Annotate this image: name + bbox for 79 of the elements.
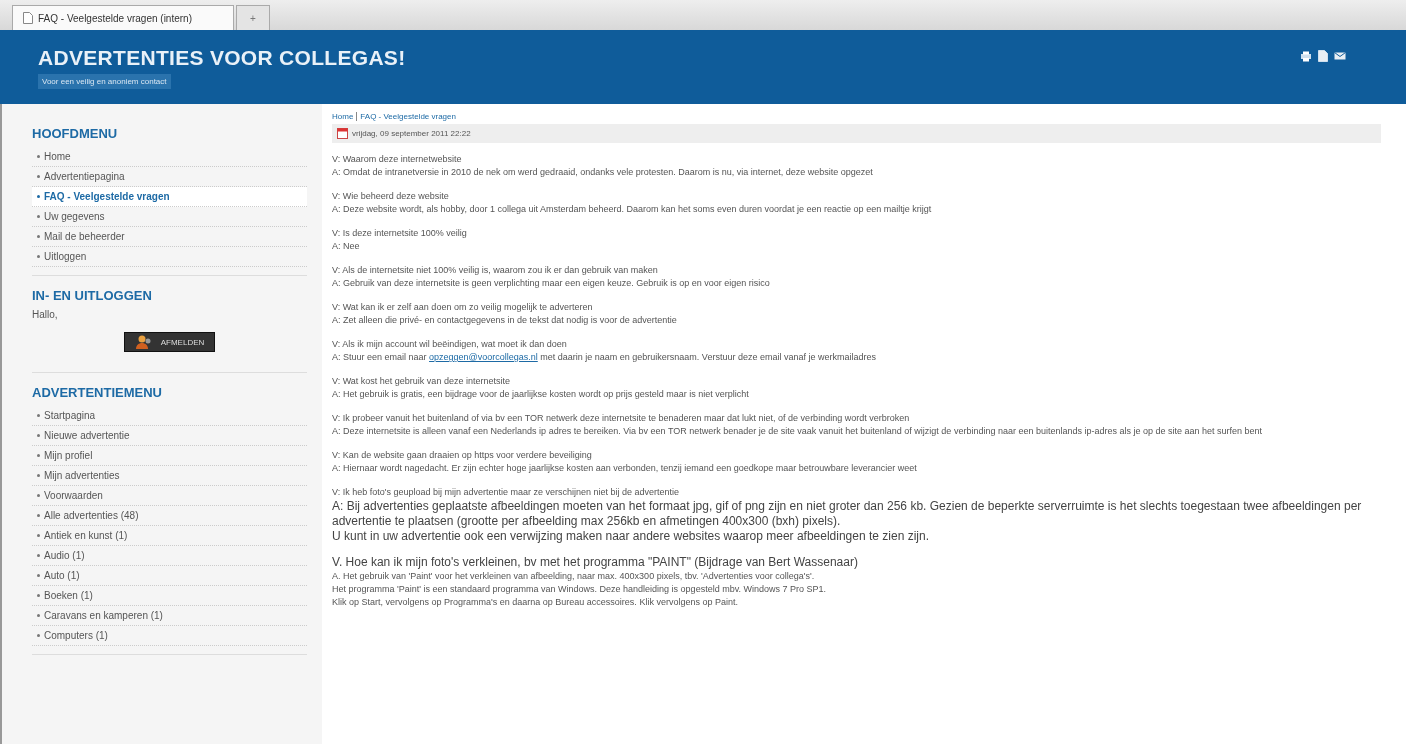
answer-text: A: Nee [332,240,361,253]
question-text: V: Als de internetsite niet 100% veilig is, waarom zou ik er dan gebruik van maken [332,264,659,277]
bullet-icon [37,634,40,637]
bullet-icon [37,474,40,477]
browser-tab[interactable]: FAQ - Veelgestelde vragen (intern) [12,5,234,30]
answer-text: A: Bij advertenties geplaatste afbeeldingen moeten van het formaat jpg, gif of png zijn en niet groter dan 256 kb. Gezien de beperkte serverruimte is het slechts toegestaan twee afbeeldingen per advertentie te plaatsen (grootte per afbeelding max 256kb en afmetingen 400x300 (bxh) pixels). [332,499,1363,529]
answer-text: A: Zet alleen die privé- en contactgegevens in de tekst dat nodig is voor de advertentie [332,314,678,327]
menu-item[interactable]: Caravans en kamperen (1) [32,606,307,626]
breadcrumb-link[interactable]: FAQ - Veelgestelde vragen [356,112,456,121]
bullet-icon [37,215,40,218]
page-icon [23,12,33,24]
menu-item[interactable]: Auto (1) [32,566,307,586]
answer-text: A: Hiernaar wordt nagedacht. Er zijn echter hoge jaarlijkse kosten aan verbonden, tenzij iemand een goedkope maar betrouwbare leverancier weet [332,462,918,475]
question-text: V: Ik probeer vanuit het buitenland of via bv een TOR netwerk deze internetsite te benaderen maar dat lukt niet, of de verbinding wordt verbroken [332,412,911,425]
menu-heading: IN- EN UITLOGGEN [32,288,153,303]
bullet-icon [37,534,40,537]
bullet-icon [37,554,40,557]
bullet-icon [37,594,40,597]
answer-text: A: Deze internetsite is alleen vanaf een Nederlands ip adres te bereiken. Via bv een TOR netwerk benader je de site vaak vanuit het buitenland of wijzigt de verbinding naar een buitenlands ip-adres als je op de site aan het surfen bent [332,425,1264,438]
question-text: V: Wie beheerd deze website [332,190,450,203]
menu-item[interactable]: Audio (1) [32,546,307,566]
bullet-icon [37,235,40,238]
answer-text: A. Het gebruik van 'Paint' voor het verkleinen van afbeelding, naar max. 400x300 pixels, tbv. 'Advertenties voor collega's'. [332,570,816,583]
menu-item[interactable]: Nieuwe advertentie [32,426,307,446]
menu-item[interactable]: Home [32,147,307,167]
answer-text: Het programma 'Paint' is een standaard programma van Windows. Deze handleiding is opgesteld mbv. Windows 7 Pro SP1. [332,583,827,596]
answer-text: A: Gebruik van deze internetsite is geen verplichting maar een eigen keuze. Gebruik is op en voor eigen risico [332,277,771,290]
menu-item[interactable]: Startpagina [32,406,307,426]
site-title: ADVERTENTIES VOOR COLLEGAS! [38,46,406,70]
breadcrumb-link[interactable]: Home [332,112,354,121]
question-text: V: Als ik mijn account wil beëindigen, wat moet ik dan doen [332,338,568,351]
bullet-icon [37,434,40,437]
bullet-icon [37,574,40,577]
menu-item[interactable]: Antiek en kunst (1) [32,526,307,546]
bullet-icon [37,195,40,198]
menu-item[interactable]: FAQ - Veelgestelde vragen [32,187,307,207]
bullet-icon [37,155,40,158]
bullet-icon [37,414,40,417]
answer-text: A: Deze website wordt, als hobby, door 1 collega uit Amsterdam beheerd. Daarom kan het soms even duren voordat je een reactie op een mailtje krijgt [332,203,933,216]
bullet-icon [37,514,40,517]
new-tab-button[interactable]: + [236,5,270,30]
answer-text: Klik op Start, vervolgens op Programma's en daarna op Bureau accessoires. Klik vervolgens op Paint. [332,596,739,609]
question-text: V: Waarom deze internetwebsite [332,153,463,166]
question-text: V: Ik heb foto's geupload bij mijn advertentie maar ze verschijnen niet bij de advertentie [332,486,681,499]
menu-item[interactable]: Mijn advertenties [32,466,307,486]
question-text: V. Hoe kan ik mijn foto's verkleinen, bv met het programma "PAINT" (Bijdrage van Bert Wassenaar) [332,555,859,570]
menu-item[interactable]: Voorwaarden [32,486,307,506]
menu-item[interactable]: Mijn profiel [32,446,307,466]
calendar-icon [337,128,348,139]
site-subtitle: Voor een veilig en anoniem contact [38,74,171,89]
mail-icon[interactable] [1334,51,1346,61]
menu-item[interactable]: Alle advertenties (48) [32,506,307,526]
bullet-icon [37,255,40,258]
question-text: V: Is deze internetsite 100% veilig [332,227,468,240]
bullet-icon [37,175,40,178]
menu-item[interactable]: Boeken (1) [32,586,307,606]
bullet-icon [37,454,40,457]
answer-text: U kunt in uw advertentie ook een verwijzing maken naar andere websites waarop meer afbeeldingen te zien zijn. [332,529,930,544]
answer-text: A: Het gebruik is gratis, een bijdrage voor de jaarlijkse kosten wordt op prijs gesteld maar is niet verplicht [332,388,750,401]
print-icon[interactable] [1300,50,1312,62]
question-text: V: Wat kost het gebruik van deze internetsite [332,375,511,388]
question-text: V: Wat kan ik er zelf aan doen om zo veilig mogelijk te adverteren [332,301,594,314]
question-text: V: Kan de website gaan draaien op https voor verdere beveiliging [332,449,593,462]
answer-text: A: Stuur een email naar opzeggen@voorcollegas.nl met daarin je naam en gebruikersnaam. Verstuur deze email vanaf je werkmailadres [332,351,877,364]
menu-item[interactable]: Uitloggen [32,247,307,267]
menu-item[interactable]: Mail de beheerder [32,227,307,247]
email-link[interactable]: opzeggen@voorcollegas.nl [429,352,538,362]
pdf-icon[interactable] [1318,50,1328,62]
bullet-icon [37,614,40,617]
menu-item[interactable]: Computers (1) [32,626,307,646]
logout-button[interactable]: AFMELDEN [123,332,216,352]
menu-item[interactable]: Uw gegevens [32,207,307,227]
user-icon [134,335,153,349]
date-text: vrijdag, 09 september 2011 22:22 [352,129,471,138]
menu-heading: HOOFDMENU [32,126,119,141]
greeting-text: Hallo, [32,309,59,320]
answer-text: A: Omdat de intranetversie in 2010 de nek om werd gedraaid, ondanks vele protesten. Daarom is nu, via internet, deze website opgezet [332,166,874,179]
menu-heading: ADVERTENTIEMENU [32,385,163,400]
bullet-icon [37,494,40,497]
